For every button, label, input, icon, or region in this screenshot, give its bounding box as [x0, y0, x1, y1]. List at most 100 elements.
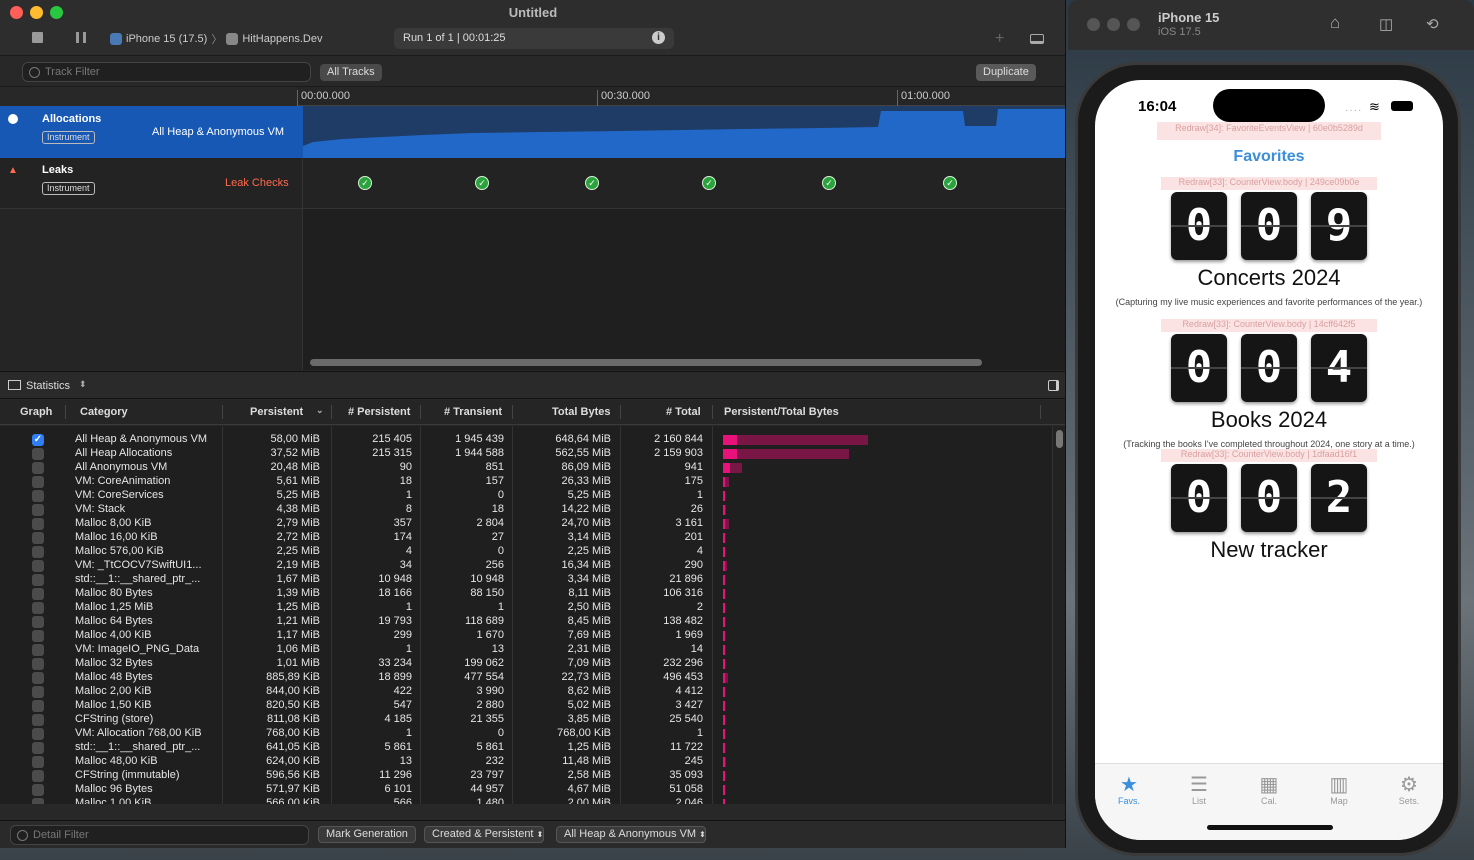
col-num-persistent[interactable]: # Persistent: [348, 406, 410, 418]
detail-filter-input[interactable]: Detail Filter: [10, 825, 309, 845]
graph-checkbox[interactable]: [32, 770, 44, 782]
graph-checkbox[interactable]: ✓: [32, 434, 44, 446]
table-row[interactable]: ✓ All Heap & Anonymous VM 58,00 MiB 215 405…: [0, 433, 1052, 447]
panel-toggle-icon[interactable]: [1030, 34, 1044, 44]
col-persistent[interactable]: Persistent: [250, 406, 303, 418]
graph-checkbox[interactable]: [32, 784, 44, 796]
col-total[interactable]: # Total: [666, 406, 701, 418]
table-scroll-thumb[interactable]: [1056, 430, 1063, 448]
tab-sets[interactable]: ⚙ Sets.: [1384, 772, 1434, 806]
table-row[interactable]: Malloc 48,00 KiB 624,00 KiB 13 232 11,48 MiB…: [0, 755, 1052, 769]
info-icon[interactable]: i: [652, 31, 665, 44]
timeline-ruler[interactable]: 00:00.000 00:30.000 01:00.000: [297, 87, 1065, 106]
stop-icon[interactable]: [32, 32, 43, 43]
col-num-transient[interactable]: # Transient: [444, 406, 502, 418]
table-row[interactable]: std::__1::__shared_ptr_... 1,67 MiB 10 948…: [0, 573, 1052, 587]
lifespan-dropdown[interactable]: Created & Persistent ⬍: [424, 826, 544, 843]
graph-checkbox[interactable]: [32, 574, 44, 586]
table-row[interactable]: Malloc 96 Bytes 571,97 KiB 6 101 44 957 4,67…: [0, 783, 1052, 797]
rotate-icon[interactable]: ⟲: [1426, 15, 1439, 33]
table-row[interactable]: Malloc 48 Bytes 885,89 KiB 18 899 477 554 22…: [0, 671, 1052, 685]
counter-title[interactable]: Concerts 2024: [1095, 265, 1443, 291]
table-row[interactable]: VM: CoreServices 5,25 MiB 1 0 5,25 MiB 1: [0, 489, 1052, 503]
table-row[interactable]: VM: CoreAnimation 5,61 MiB 18 157 26,33 MiB 1…: [0, 475, 1052, 489]
graph-checkbox[interactable]: [32, 728, 44, 740]
sim-zoom-button[interactable]: [1127, 18, 1140, 31]
add-icon[interactable]: +: [995, 30, 1004, 48]
graph-checkbox[interactable]: [32, 560, 44, 572]
table-row[interactable]: Malloc 2,00 KiB 844,00 KiB 422 3 990 8,62 Mi…: [0, 685, 1052, 699]
col-category[interactable]: Category: [80, 406, 128, 418]
tab-favs[interactable]: ★ Favs.: [1104, 772, 1154, 806]
table-row[interactable]: All Anonymous VM 20,48 MiB 90 851 86,09 MiB 9…: [0, 461, 1052, 475]
allocations-track-header[interactable]: Allocations Instrument All Heap & Anonym…: [0, 106, 303, 158]
all-tracks-button[interactable]: All Tracks: [320, 64, 382, 81]
graph-checkbox[interactable]: [32, 658, 44, 670]
table-row[interactable]: Malloc 64 Bytes 1,21 MiB 19 793 118 689 8,45…: [0, 615, 1052, 629]
leak-check-icon[interactable]: ✓: [943, 176, 957, 190]
graph-checkbox[interactable]: [32, 616, 44, 628]
table-row[interactable]: All Heap Allocations 37,52 MiB 215 315 1 94…: [0, 447, 1052, 461]
table-row[interactable]: VM: Stack 4,38 MiB 8 18 14,22 MiB 26: [0, 503, 1052, 517]
tab-cal[interactable]: ▦ Cal.: [1244, 772, 1294, 806]
graph-checkbox[interactable]: [32, 504, 44, 516]
graph-checkbox[interactable]: [32, 630, 44, 642]
table-scrollbar[interactable]: [1052, 426, 1065, 804]
run-status[interactable]: Run 1 of 1 | 00:01:25 i: [394, 28, 674, 49]
table-row[interactable]: VM: Allocation 768,00 KiB 768,00 KiB 1 0 768…: [0, 727, 1052, 741]
sim-close-button[interactable]: [1087, 18, 1100, 31]
table-row[interactable]: Malloc 1,50 KiB 820,50 KiB 547 2 880 5,02 Mi…: [0, 699, 1052, 713]
graph-checkbox[interactable]: [32, 490, 44, 502]
allocations-instrument-badge[interactable]: Instrument: [42, 131, 95, 144]
graph-checkbox[interactable]: [32, 714, 44, 726]
leak-check-icon[interactable]: ✓: [585, 176, 599, 190]
inspector-toggle-icon[interactable]: [1048, 380, 1059, 391]
graph-checkbox[interactable]: [32, 448, 44, 460]
table-row[interactable]: VM: ImageIO_PNG_Data 1,06 MiB 1 13 2,31 MiB 1…: [0, 643, 1052, 657]
table-row[interactable]: Malloc 80 Bytes 1,39 MiB 18 166 88 150 8,11 …: [0, 587, 1052, 601]
leak-check-icon[interactable]: ✓: [702, 176, 716, 190]
home-icon[interactable]: ⌂: [1330, 13, 1340, 33]
leak-check-icon[interactable]: ✓: [475, 176, 489, 190]
pause-icon[interactable]: [76, 32, 86, 43]
tab-map[interactable]: ▥ Map: [1314, 772, 1364, 806]
graph-checkbox[interactable]: [32, 686, 44, 698]
statistics-dropdown[interactable]: Statistics: [26, 380, 70, 392]
graph-checkbox[interactable]: [32, 588, 44, 600]
graph-checkbox[interactable]: [32, 546, 44, 558]
leak-check-icon[interactable]: ✓: [822, 176, 836, 190]
graph-checkbox[interactable]: [32, 602, 44, 614]
table-row[interactable]: CFString (store) 811,08 KiB 4 185 21 355 3,8…: [0, 713, 1052, 727]
duplicate-button[interactable]: Duplicate: [976, 64, 1036, 81]
allocation-type-dropdown[interactable]: All Heap & Anonymous VM ⬍: [556, 826, 706, 843]
mark-generation-button[interactable]: Mark Generation: [318, 826, 416, 843]
counter-title[interactable]: New tracker: [1095, 537, 1443, 563]
timeline-scrollbar[interactable]: [310, 359, 982, 366]
target-selector[interactable]: iPhone 15 (17.5) 〉 HitHappens.Dev: [110, 31, 322, 47]
graph-checkbox[interactable]: [32, 532, 44, 544]
leaks-track[interactable]: ▲ Leaks Instrument Leak Checks: [0, 158, 1065, 209]
tab-list[interactable]: ☰ List: [1174, 772, 1224, 806]
table-row[interactable]: Malloc 16,00 KiB 2,72 MiB 174 27 3,14 MiB 201: [0, 531, 1052, 545]
sort-descending-icon[interactable]: ⌄: [316, 405, 324, 416]
table-row[interactable]: Malloc 8,00 KiB 2,79 MiB 357 2 804 24,70 MiB…: [0, 517, 1052, 531]
table-row[interactable]: Malloc 1,25 MiB 1,25 MiB 1 1 2,50 MiB 2: [0, 601, 1052, 615]
col-total-bytes[interactable]: Total Bytes: [552, 406, 610, 418]
chevron-updown-icon[interactable]: ⬍: [79, 379, 87, 390]
leaks-instrument-badge[interactable]: Instrument: [42, 182, 95, 195]
graph-checkbox[interactable]: [32, 756, 44, 768]
table-row[interactable]: Malloc 4,00 KiB 1,17 MiB 299 1 670 7,69 MiB 1…: [0, 629, 1052, 643]
graph-checkbox[interactable]: [32, 644, 44, 656]
leak-check-icon[interactable]: ✓: [358, 176, 372, 190]
graph-checkbox[interactable]: [32, 742, 44, 754]
sim-minimize-button[interactable]: [1107, 18, 1120, 31]
graph-checkbox[interactable]: [32, 798, 44, 804]
table-row[interactable]: std::__1::__shared_ptr_... 641,05 KiB 5 86…: [0, 741, 1052, 755]
graph-checkbox[interactable]: [32, 700, 44, 712]
table-row[interactable]: Malloc 32 Bytes 1,01 MiB 33 234 199 062 7,09…: [0, 657, 1052, 671]
table-row[interactable]: Malloc 1,00 KiB 566,00 KiB 566 1 480 2,00 Mi…: [0, 797, 1052, 804]
graph-checkbox[interactable]: [32, 462, 44, 474]
graph-checkbox[interactable]: [32, 476, 44, 488]
counter-title[interactable]: Books 2024: [1095, 407, 1443, 433]
graph-checkbox[interactable]: [32, 672, 44, 684]
